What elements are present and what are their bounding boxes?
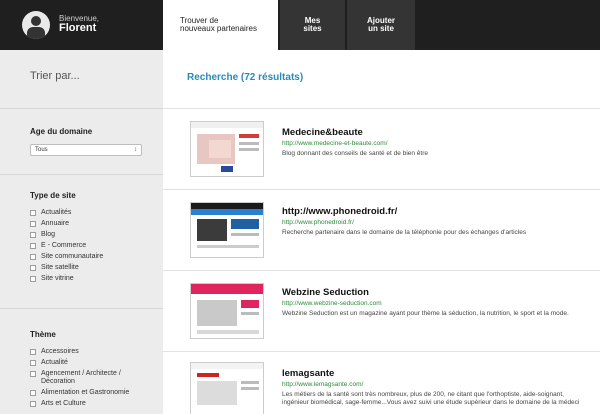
results-title: Recherche (72 résultats): [187, 72, 304, 83]
checkbox[interactable]: [30, 276, 36, 283]
result-item[interactable]: http://www.phonedroid.fr/ http://www.pho…: [163, 190, 600, 270]
checkbox[interactable]: [30, 401, 36, 408]
result-url[interactable]: http://www.medecine-et-beaute.com/: [282, 140, 582, 147]
checkbox-item[interactable]: Alimentation et Gastronomie: [30, 389, 145, 397]
result-title[interactable]: lemagsante: [282, 368, 582, 379]
avatar-icon: [22, 11, 50, 39]
result-url[interactable]: http://www.phonedroid.fr/: [282, 219, 582, 226]
site-thumbnail[interactable]: [190, 121, 264, 177]
checkbox-item[interactable]: Site satellite: [30, 264, 103, 272]
result-description: Blog donnant des conseils de santé et de…: [282, 150, 428, 157]
checkbox-label: Accessoires: [41, 348, 79, 355]
domain-age-heading: Age du domaine: [30, 127, 93, 136]
divider: [0, 108, 163, 109]
checkbox-label: Site satellite: [41, 264, 79, 272]
checkbox[interactable]: [30, 232, 36, 239]
checkbox[interactable]: [30, 254, 36, 261]
tab-my-sites-label-2: sites: [303, 24, 322, 33]
checkbox-label: Alimentation et Gastronomie: [41, 389, 130, 397]
result-url[interactable]: http://www.webzine-seduction.com: [282, 300, 582, 307]
checkbox-label: Annuaire: [41, 220, 70, 228]
result-url[interactable]: http://www.lemagsante.com/: [282, 381, 582, 388]
user-name: Florent: [59, 22, 97, 35]
user-info: Bienvenue, Florent: [0, 0, 163, 50]
checkbox-item[interactable]: Actualités: [30, 209, 103, 217]
domain-age-select[interactable]: Tous ↕: [30, 144, 142, 156]
result-description: Les métiers de la santé sont très nombre…: [282, 391, 580, 407]
tab-add-site-label-2: un site: [368, 24, 394, 33]
checkbox-label: Arts et Culture: [41, 400, 86, 408]
tab-find-partners-label-2: nouveaux partenaires: [180, 24, 257, 33]
results-panel: Recherche (72 résultats) Medecine&beaute…: [163, 50, 600, 414]
checkbox[interactable]: [30, 371, 36, 378]
divider: [0, 308, 163, 309]
site-type-heading: Type de site: [30, 191, 76, 200]
site-type-list: Actualités Annuaire Blog E - Commerce Si…: [30, 209, 103, 286]
divider: [0, 174, 163, 175]
site-thumbnail[interactable]: [190, 202, 264, 258]
checkbox-item[interactable]: Accessoires: [30, 348, 145, 356]
chevron-updown-icon: ↕: [134, 147, 137, 153]
checkbox[interactable]: [30, 221, 36, 228]
top-bar: Bienvenue, Florent Trouver de nouveaux pa…: [0, 0, 600, 50]
result-item[interactable]: Medecine&beaute http://www.medecine-et-b…: [163, 109, 600, 189]
checkbox-item[interactable]: Agencement / Architecte / Décoration: [30, 370, 145, 386]
checkbox-item[interactable]: Actualité: [30, 359, 145, 367]
result-title[interactable]: Webzine Seduction: [282, 287, 582, 298]
checkbox-label: Blog: [41, 231, 56, 239]
checkbox[interactable]: [30, 265, 36, 272]
site-thumbnail[interactable]: [190, 283, 264, 339]
result-item[interactable]: lemagsante http://www.lemagsante.com/ Le…: [163, 352, 600, 414]
tab-find-partners[interactable]: Trouver de nouveaux partenaires: [163, 0, 278, 50]
result-title[interactable]: http://www.phonedroid.fr/: [282, 206, 582, 217]
result-title[interactable]: Medecine&beaute: [282, 127, 582, 138]
checkbox-item[interactable]: Arts et Culture: [30, 400, 145, 408]
tab-my-sites[interactable]: Mes sites: [280, 0, 345, 50]
domain-age-selected: Tous: [35, 147, 48, 153]
checkbox-label: Site vitrine: [41, 275, 74, 283]
result-description: Webzine Seduction est un magazine ayant …: [282, 310, 569, 317]
theme-list: Accessoires Actualité Agencement / Archi…: [30, 348, 145, 411]
result-item[interactable]: Webzine Seduction http://www.webzine-sed…: [163, 271, 600, 351]
checkbox[interactable]: [30, 349, 36, 355]
checkbox-item[interactable]: Blog: [30, 231, 103, 239]
checkbox-label: Site communautaire: [41, 253, 104, 261]
checkbox[interactable]: [30, 243, 36, 250]
checkbox-item[interactable]: Site communautaire: [30, 253, 103, 261]
sort-label[interactable]: Trier par...: [30, 70, 80, 82]
checkbox-label: Actualité: [41, 359, 68, 367]
filter-sidebar: Trier par... Age du domaine Tous ↕ Type …: [0, 50, 163, 414]
checkbox-label: E - Commerce: [41, 242, 87, 250]
checkbox-item[interactable]: Annuaire: [30, 220, 103, 228]
site-thumbnail[interactable]: [190, 362, 264, 414]
checkbox-label: Actualités: [41, 209, 72, 216]
checkbox[interactable]: [30, 390, 36, 397]
checkbox-item[interactable]: E - Commerce: [30, 242, 103, 250]
checkbox[interactable]: [30, 360, 36, 367]
tab-add-site[interactable]: Ajouter un site: [347, 0, 415, 50]
checkbox[interactable]: [30, 210, 36, 216]
checkbox-label: Agencement / Architecte / Décoration: [41, 370, 121, 386]
theme-heading: Thème: [30, 330, 56, 339]
result-description: Recherche partenaire dans le domaine de …: [282, 229, 527, 236]
checkbox-item[interactable]: Site vitrine: [30, 275, 103, 283]
